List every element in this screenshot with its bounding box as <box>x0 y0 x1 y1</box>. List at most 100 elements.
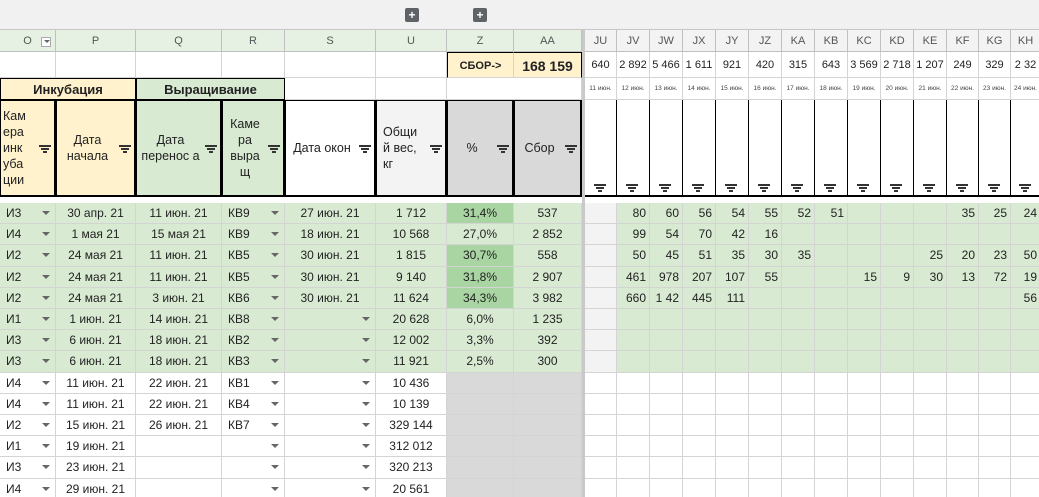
day-value[interactable] <box>617 393 650 415</box>
cell-q[interactable]: 15 мая 21 <box>136 224 222 246</box>
day-value[interactable] <box>881 245 914 267</box>
day-value[interactable] <box>716 478 749 497</box>
day-value[interactable] <box>749 372 782 394</box>
cell-u[interactable]: 320 213 <box>376 457 447 479</box>
day-value[interactable] <box>716 309 749 331</box>
day-value[interactable] <box>749 330 782 352</box>
day-value[interactable] <box>749 287 782 309</box>
day-value[interactable]: 50 <box>617 245 650 267</box>
day-value[interactable] <box>979 436 1011 458</box>
day-value[interactable] <box>585 309 617 331</box>
day-value[interactable]: 54 <box>650 224 683 246</box>
cell-s[interactable] <box>285 309 376 331</box>
cell-z[interactable] <box>447 436 514 458</box>
dropdown-chevron-icon[interactable] <box>271 211 279 215</box>
cell-p[interactable]: 29 июн. 21 <box>56 478 136 497</box>
cell-aa[interactable]: 2 907 <box>514 266 582 288</box>
dropdown-chevron-icon[interactable] <box>271 295 279 300</box>
day-value[interactable] <box>617 478 650 497</box>
cell-s[interactable]: 30 июн. 21 <box>285 245 376 267</box>
cell-z[interactable]: 30,7% <box>447 245 514 267</box>
column-header-aa[interactable]: AA <box>514 30 582 52</box>
dropdown-chevron-icon[interactable] <box>271 423 279 427</box>
day-value[interactable]: 978 <box>650 266 683 288</box>
cell-r[interactable]: КВ6 <box>222 287 285 309</box>
dropdown-chevron-icon[interactable] <box>362 401 370 406</box>
day-value[interactable] <box>947 478 979 497</box>
day-value[interactable] <box>979 478 1011 497</box>
day-value[interactable] <box>881 393 914 415</box>
cell-p[interactable]: 15 июн. 21 <box>56 415 136 437</box>
cell-o[interactable]: И3 <box>0 330 56 352</box>
day-value[interactable] <box>979 372 1011 394</box>
column-header-kg[interactable]: KG <box>979 30 1011 52</box>
cell-q[interactable]: 3 июн. 21 <box>136 287 222 309</box>
dropdown-chevron-icon[interactable] <box>42 211 50 215</box>
day-value[interactable]: 445 <box>683 287 716 309</box>
cell-s[interactable] <box>285 415 376 437</box>
cell-u[interactable]: 10 436 <box>376 372 447 394</box>
dropdown-chevron-icon[interactable] <box>271 317 279 321</box>
filter-icon[interactable] <box>594 184 606 192</box>
day-value[interactable] <box>749 478 782 497</box>
day-value[interactable] <box>947 415 979 437</box>
day-value[interactable]: 107 <box>716 266 749 288</box>
cell-o[interactable]: И2 <box>0 287 56 309</box>
day-value[interactable] <box>585 287 617 309</box>
column-header-ka[interactable]: KA <box>782 30 815 52</box>
day-value[interactable]: 24 <box>1011 203 1039 225</box>
day-value[interactable] <box>914 415 947 437</box>
filter-icon[interactable] <box>268 145 280 153</box>
day-value[interactable]: 80 <box>617 203 650 225</box>
cell-r[interactable] <box>222 436 285 458</box>
filter-icon[interactable] <box>430 145 442 153</box>
empty-cell[interactable] <box>56 52 136 78</box>
frozen-pane-divider[interactable] <box>582 30 585 497</box>
day-value[interactable] <box>617 415 650 437</box>
day-value[interactable] <box>914 309 947 331</box>
day-value[interactable] <box>881 478 914 497</box>
day-value[interactable] <box>585 245 617 267</box>
day-value[interactable] <box>848 245 881 267</box>
cell-s[interactable] <box>285 478 376 497</box>
dropdown-chevron-icon[interactable] <box>362 444 370 449</box>
column-header-jw[interactable]: JW <box>650 30 683 52</box>
day-value[interactable] <box>881 372 914 394</box>
column-header-ju[interactable]: JU <box>585 30 617 52</box>
dropdown-chevron-icon[interactable] <box>42 444 50 449</box>
cell-p[interactable]: 11 июн. 21 <box>56 393 136 415</box>
day-value[interactable] <box>979 309 1011 331</box>
day-value[interactable] <box>848 478 881 497</box>
day-value[interactable] <box>617 351 650 373</box>
day-value[interactable] <box>683 436 716 458</box>
dropdown-chevron-icon[interactable] <box>271 444 279 449</box>
filter-icon[interactable] <box>857 184 869 192</box>
cell-q[interactable]: 18 июн. 21 <box>136 351 222 373</box>
cell-s[interactable]: 27 июн. 21 <box>285 203 376 225</box>
day-value[interactable]: 20 <box>947 245 979 267</box>
cell-o[interactable]: И4 <box>0 393 56 415</box>
cell-p[interactable]: 23 июн. 21 <box>56 457 136 479</box>
column-header-jv[interactable]: JV <box>617 30 650 52</box>
cell-q[interactable]: 14 июн. 21 <box>136 309 222 331</box>
cell-z[interactable]: 31,4% <box>447 203 514 225</box>
day-value[interactable] <box>914 203 947 225</box>
day-value[interactable] <box>914 436 947 458</box>
day-value[interactable] <box>1011 372 1039 394</box>
cell-o[interactable]: И4 <box>0 478 56 497</box>
day-value[interactable] <box>1011 436 1039 458</box>
cell-aa[interactable] <box>514 415 582 437</box>
empty-cell[interactable] <box>222 52 285 78</box>
cell-r[interactable]: КВ9 <box>222 203 285 225</box>
day-value[interactable] <box>585 457 617 479</box>
day-value[interactable]: 45 <box>650 245 683 267</box>
cell-aa[interactable] <box>514 393 582 415</box>
cell-q[interactable]: 18 июн. 21 <box>136 330 222 352</box>
dropdown-chevron-icon[interactable] <box>42 232 50 237</box>
dropdown-chevron-icon[interactable] <box>42 295 50 300</box>
day-value[interactable]: 13 <box>947 266 979 288</box>
cell-aa[interactable] <box>514 457 582 479</box>
day-value[interactable] <box>683 372 716 394</box>
cell-o[interactable]: И2 <box>0 245 56 267</box>
day-value[interactable] <box>585 266 617 288</box>
